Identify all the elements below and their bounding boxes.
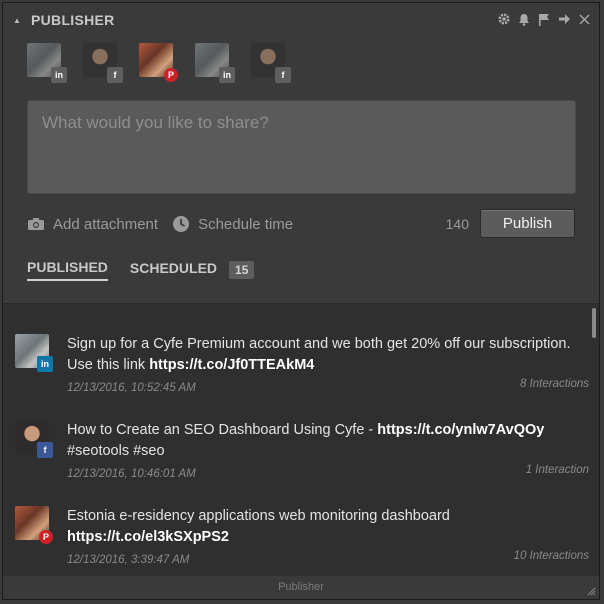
header-icons: [497, 12, 591, 26]
list-item: f How to Create an SEO Dashboard Using C…: [15, 420, 589, 480]
tab-bar: PUBLISHED SCHEDULED 15: [27, 259, 255, 281]
share-composer: [27, 100, 576, 194]
post-tail: #seotools #seo: [67, 443, 165, 459]
camera-icon: [27, 215, 45, 233]
facebook-icon: f: [37, 442, 53, 458]
tab-scheduled-label: SCHEDULED: [129, 260, 218, 276]
post-timestamp: 12/13/2016, 3:39:47 AM: [67, 554, 190, 566]
tab-scheduled[interactable]: SCHEDULED 15: [129, 260, 255, 280]
facebook-icon: f: [275, 67, 291, 83]
flag-icon[interactable]: [537, 12, 551, 26]
facebook-icon: f: [107, 67, 123, 83]
list-item: P Estonia e-residency applications web m…: [15, 506, 589, 566]
widget-footer-label: Publisher: [278, 581, 324, 593]
published-feed[interactable]: in Sign up for a Cyfe Premium account an…: [3, 303, 599, 576]
publish-button[interactable]: Publish: [480, 209, 575, 238]
post-interactions[interactable]: 1 Interaction: [526, 464, 589, 476]
post-body: Estonia e-residency applications web mon…: [67, 508, 450, 524]
post-text: How to Create an SEO Dashboard Using Cyf…: [67, 420, 577, 462]
add-attachment-label: Add attachment: [53, 215, 159, 233]
share-text-input[interactable]: [40, 111, 567, 187]
arrow-right-icon[interactable]: [557, 12, 571, 26]
post-timestamp: 12/13/2016, 10:52:45 AM: [67, 382, 196, 394]
publisher-widget: ▲ PUBLISHER in f P in f What would you l…: [2, 2, 600, 600]
account-linkedin-2[interactable]: in: [195, 43, 235, 83]
close-icon[interactable]: [577, 12, 591, 26]
collapse-triangle-icon[interactable]: ▲: [13, 16, 21, 25]
widget-title: PUBLISHER: [31, 12, 115, 28]
social-accounts: in f P in f: [27, 43, 291, 83]
post-avatar: in: [15, 334, 53, 372]
character-count: 140: [445, 216, 469, 232]
post-interactions[interactable]: 8 Interactions: [520, 378, 589, 390]
account-facebook-1[interactable]: f: [83, 43, 123, 83]
post-timestamp: 12/13/2016, 10:46:01 AM: [67, 468, 196, 480]
account-facebook-2[interactable]: f: [251, 43, 291, 83]
post-link[interactable]: https://t.co/Jf0TTEAkM4: [149, 357, 314, 373]
post-link[interactable]: https://t.co/ynlw7AvQOy: [377, 422, 544, 438]
list-item: in Sign up for a Cyfe Premium account an…: [15, 334, 589, 394]
post-meta: 12/13/2016, 10:52:45 AM 8 Interactions: [67, 378, 589, 394]
post-body: How to Create an SEO Dashboard Using Cyf…: [67, 422, 378, 438]
clock-icon: [172, 215, 190, 233]
pinterest-icon: P: [39, 530, 53, 544]
post-text: Sign up for a Cyfe Premium account and w…: [67, 334, 577, 376]
post-link[interactable]: https://t.co/el3kSXpPS2: [67, 529, 229, 545]
linkedin-icon: in: [51, 67, 67, 83]
composer-actions: Add attachment Schedule time 140 Publish: [27, 209, 575, 239]
schedule-time-label: Schedule time: [198, 215, 294, 233]
account-linkedin-1[interactable]: in: [27, 43, 67, 83]
schedule-time-button[interactable]: Schedule time: [172, 215, 293, 233]
account-pinterest[interactable]: P: [139, 43, 179, 83]
linkedin-icon: in: [219, 67, 235, 83]
add-attachment-button[interactable]: Add attachment: [27, 215, 158, 233]
post-avatar: P: [15, 506, 53, 544]
widget-header: ▲ PUBLISHER: [3, 3, 599, 37]
post-interactions[interactable]: 10 Interactions: [514, 550, 589, 562]
resize-grip-icon[interactable]: [586, 586, 596, 596]
linkedin-icon: in: [37, 356, 53, 372]
post-meta: 12/13/2016, 3:39:47 AM 10 Interactions: [67, 550, 589, 566]
scheduled-count-badge: 15: [229, 261, 255, 279]
bell-icon[interactable]: [517, 12, 531, 26]
post-text: Estonia e-residency applications web mon…: [67, 506, 577, 548]
pinterest-icon: P: [164, 68, 178, 82]
post-avatar: f: [15, 420, 53, 458]
feed-scrollbar[interactable]: [592, 308, 596, 338]
post-meta: 12/13/2016, 10:46:01 AM 1 Interaction: [67, 464, 589, 480]
tab-published[interactable]: PUBLISHED: [27, 259, 108, 281]
gear-icon[interactable]: [497, 12, 511, 26]
post-body: Sign up for a Cyfe Premium account and w…: [67, 336, 571, 373]
